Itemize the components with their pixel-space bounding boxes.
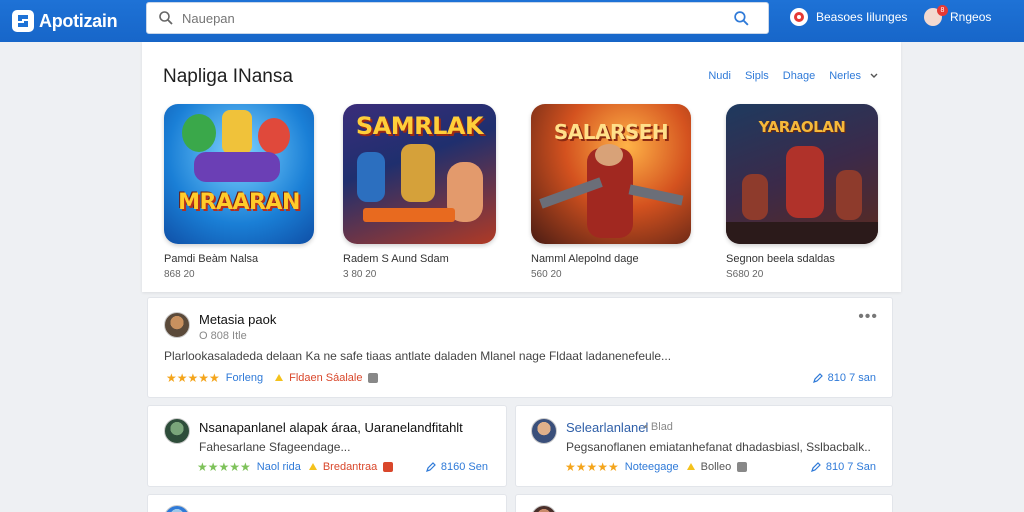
app-banner-text: SAMRLAK	[355, 112, 484, 140]
bell-icon	[308, 463, 317, 470]
rating-stars: ★★★★★	[166, 371, 220, 385]
edit-icon	[810, 462, 821, 472]
post-footer: ★★★★★ Forleng Fldaen Sáalale	[166, 371, 379, 385]
app-thumbnail[interactable]: SAMRLAK	[343, 104, 496, 244]
app-banner-text: SALARSEH	[553, 120, 669, 144]
search-bar	[146, 2, 769, 34]
avatar[interactable]	[164, 418, 190, 444]
post-stats-text: 810 7 San	[825, 461, 876, 473]
post-stats-text: 8160 Sen	[440, 461, 488, 473]
search-submit-icon[interactable]	[733, 10, 750, 27]
post-tag[interactable]: Bolleo	[701, 461, 732, 473]
app-card[interactable]: YARAOLAN Segnon beela sdaldas S680 20	[726, 104, 886, 280]
post-card[interactable]: Metasia paok O 808 Itle ••• Plarlookasal…	[147, 297, 893, 398]
chevron-down-icon[interactable]	[869, 71, 879, 81]
post-card[interactable]	[515, 494, 893, 512]
featured-section: Napliga INansa Nudi Sipls Dhage Nerles M…	[142, 42, 901, 292]
post-subtitle: O 808 Itle	[199, 330, 247, 342]
user-avatar-icon: 8	[924, 5, 948, 26]
search-input[interactable]	[182, 6, 722, 30]
flag-icon	[368, 373, 379, 383]
post-tag[interactable]: Forleng	[226, 372, 263, 384]
post-body: Fahesarlane Sfageendage...	[199, 440, 351, 454]
post-body: Pegsanoflanen emiatanhefanat dhadasbiasl…	[566, 440, 871, 454]
filter-tab[interactable]: Dhage	[783, 70, 815, 82]
post-footer: ★★★★★ Naol rida Bredantraa	[197, 460, 394, 474]
filter-tab[interactable]: Sipls	[745, 70, 769, 82]
top-bar: Apotizain Beasoes Iilunges 8 Rngeos	[0, 0, 1024, 42]
post-title[interactable]: Metasia paok	[199, 312, 276, 327]
app-card[interactable]: MRAARAN Pamdi Beàm Nalsa 868 20	[164, 104, 324, 280]
flag-icon	[383, 462, 394, 472]
app-meta: 868 20	[164, 269, 195, 280]
post-title[interactable]: Selearlanlanel	[566, 420, 648, 435]
filter-tab[interactable]: Nerles	[829, 70, 861, 82]
notification-icon	[790, 8, 808, 26]
more-options-icon[interactable]: •••	[858, 308, 878, 326]
header-action-profile[interactable]: 8 Rngeos	[924, 5, 992, 26]
post-tag[interactable]: Noteegage	[625, 461, 679, 473]
logo-icon	[12, 10, 34, 32]
app-name: Segnon beela sdaldas	[726, 253, 835, 265]
edit-icon	[425, 462, 436, 472]
bell-icon	[686, 463, 695, 470]
app-thumbnail[interactable]: MRAARAN	[164, 104, 314, 244]
app-banner-text: YARAOLAN	[758, 118, 846, 136]
header-action-label: Rngeos	[950, 10, 992, 24]
post-tag[interactable]: Naol rida	[257, 461, 301, 473]
app-thumbnail[interactable]: SALARSEH	[531, 104, 691, 244]
filter-bar: Nudi Sipls Dhage Nerles	[708, 70, 879, 82]
search-icon	[159, 11, 173, 25]
app-card[interactable]: SALARSEH Namml Alepolnd dage 560 20	[531, 104, 691, 280]
avatar[interactable]	[531, 418, 557, 444]
rating-stars: ★★★★★	[197, 460, 251, 474]
app-thumbnail[interactable]: YARAOLAN	[726, 104, 878, 244]
post-stats[interactable]: 810 7 San	[810, 461, 876, 473]
post-body: Plarlookasaladeda delaan Ka ne safe tiaa…	[164, 349, 672, 363]
post-footer: ★★★★★ Noteegage Bolleo	[565, 460, 748, 474]
avatar[interactable]	[164, 505, 190, 512]
post-card[interactable]: Nsanapanlanel alapak áraa, Uaranelandfit…	[147, 405, 507, 487]
edit-icon	[812, 373, 823, 383]
section-title: Napliga INansa	[163, 66, 293, 87]
avatar[interactable]	[164, 312, 190, 338]
app-meta: 560 20	[531, 269, 562, 280]
app-banner-text: MRAARAN	[178, 190, 300, 215]
notification-badge: 8	[937, 5, 948, 16]
rating-stars: ★★★★★	[565, 460, 619, 474]
app-card[interactable]: SAMRLAK Radem S Aund Sdam 3 80 20	[343, 104, 503, 280]
app-name: Radem S Aund Sdam	[343, 253, 449, 265]
post-card[interactable]	[147, 494, 507, 512]
header-action-label: Beasoes Iilunges	[816, 10, 908, 24]
app-title: Apotizain	[39, 10, 118, 31]
logo[interactable]: Apotizain	[12, 10, 142, 32]
post-subtitle: • Blad	[644, 421, 673, 433]
header-action-updates[interactable]: Beasoes Iilunges	[790, 8, 907, 26]
post-card[interactable]: Selearlanlanel • Blad Pegsanoflanen emia…	[515, 405, 893, 487]
avatar[interactable]	[531, 505, 557, 512]
app-name: Namml Alepolnd dage	[531, 253, 639, 265]
post-stats[interactable]: 810 7 san	[812, 372, 876, 384]
post-tag[interactable]: Bredantraa	[323, 461, 377, 473]
post-tag[interactable]: Fldaen Sáalale	[289, 372, 362, 384]
post-title[interactable]: Nsanapanlanel alapak áraa, Uaranelandfit…	[199, 420, 463, 435]
app-meta: S680 20	[726, 269, 764, 280]
app-meta: 3 80 20	[343, 269, 377, 280]
app-name: Pamdi Beàm Nalsa	[164, 253, 259, 265]
post-stats-text: 810 7 san	[827, 372, 876, 384]
bell-icon	[275, 374, 284, 381]
post-stats[interactable]: 8160 Sen	[425, 461, 488, 473]
filter-tab[interactable]: Nudi	[708, 70, 731, 82]
flag-icon	[737, 462, 748, 472]
